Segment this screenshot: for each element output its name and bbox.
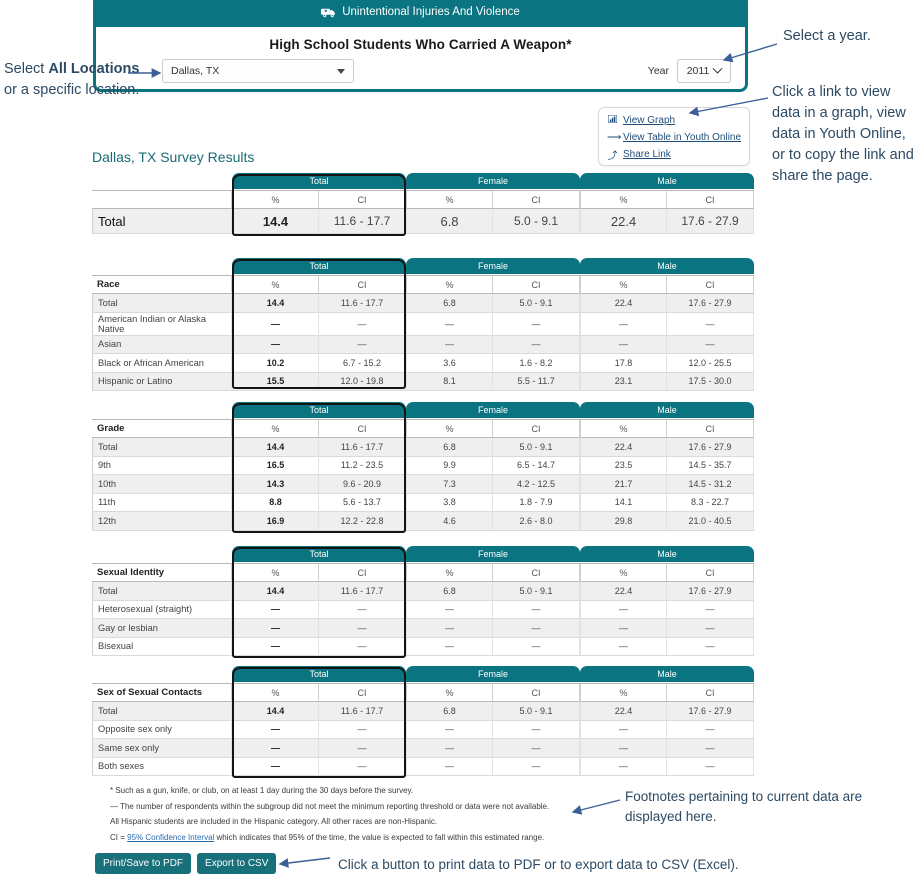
annotation-arrows [128,43,778,868]
